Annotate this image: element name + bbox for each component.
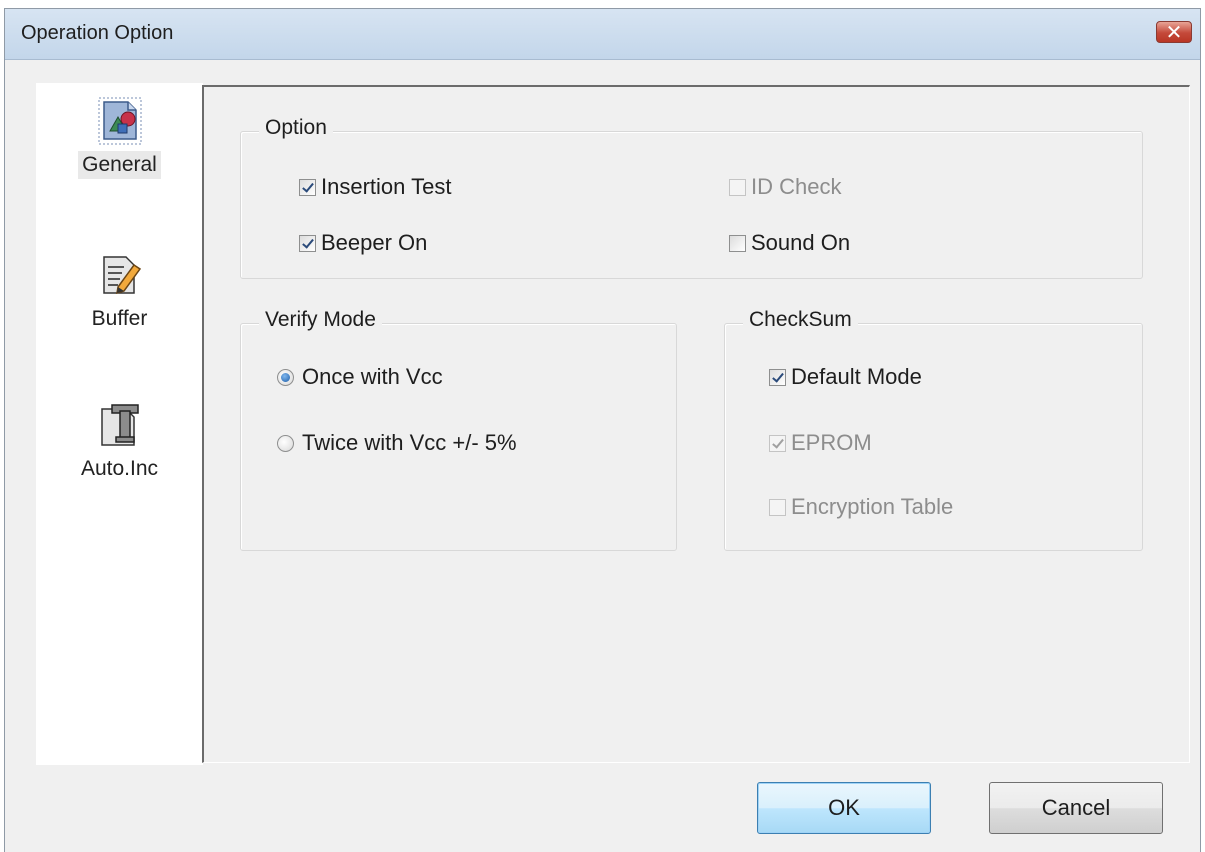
category-sidebar: General Buffer Auto.Inc [36,83,203,765]
sidebar-item-label: Buffer [91,307,148,330]
close-icon: ✕ [1165,22,1183,44]
group-title: Option [259,116,333,140]
sound-on-checkbox[interactable]: Sound On [729,230,850,256]
once-with-vcc-radio[interactable]: Once with Vcc [277,364,443,390]
radio-label: Twice with Vcc +/- 5% [302,430,517,455]
checkbox-box[interactable] [769,368,786,386]
checkbox-box[interactable] [729,234,746,252]
checkbox-box[interactable] [729,178,746,196]
sidebar-item-label: Auto.Inc [80,457,159,480]
checkbox-box[interactable] [769,434,786,452]
default-mode-checkbox[interactable]: Default Mode [769,364,922,390]
radio-label: Once with Vcc [302,364,443,389]
checkbox-box[interactable] [299,234,316,252]
sidebar-item-label: General [78,151,161,179]
encryption-table-checkbox[interactable]: Encryption Table [769,494,953,520]
sidebar-item-buffer[interactable]: Buffer [36,251,203,333]
option-group: Option Insertion Test ID Check Beeper On… [240,116,1143,279]
title-bar[interactable]: Operation Option ✕ [5,9,1200,60]
checkbox-box[interactable] [299,178,316,196]
beeper-on-checkbox[interactable]: Beeper On [299,230,427,256]
checkbox-label: Insertion Test [321,174,452,199]
radio-dot[interactable] [277,434,294,452]
operation-option-dialog: Operation Option ✕ General Buffer Auto.I… [4,8,1201,852]
buffer-edit-icon [102,256,141,295]
close-button[interactable]: ✕ [1156,21,1192,44]
twice-with-vcc-radio[interactable]: Twice with Vcc +/- 5% [277,430,517,456]
radio-dot[interactable] [277,368,294,386]
group-title: Verify Mode [259,308,382,332]
checkbox-label: Default Mode [791,364,922,389]
checksum-group: CheckSum Default Mode EPROM Encryption T… [724,308,1143,551]
general-settings-icon [98,97,141,145]
sidebar-item-auto-inc[interactable]: Auto.Inc [36,401,203,483]
checkbox-label: Beeper On [321,230,428,255]
id-check-checkbox[interactable]: ID Check [729,174,841,200]
ok-button[interactable]: OK [757,782,931,834]
verify-mode-group: Verify Mode Once with Vcc Twice with Vcc… [240,308,677,551]
sidebar-item-general[interactable]: General [36,97,203,179]
insertion-test-checkbox[interactable]: Insertion Test [299,174,451,200]
checkbox-label: ID Check [751,174,842,199]
group-title: CheckSum [743,308,858,332]
settings-panel: Option Insertion Test ID Check Beeper On… [202,85,1190,763]
checkbox-label: EPROM [791,430,872,455]
cancel-button[interactable]: Cancel [989,782,1163,834]
checkbox-box[interactable] [769,498,786,516]
checkbox-label: Encryption Table [791,494,954,519]
auto-inc-icon [100,404,139,446]
checkbox-label: Sound On [751,230,851,255]
window-title: Operation Option [21,22,174,44]
eprom-checkbox[interactable]: EPROM [769,430,872,456]
